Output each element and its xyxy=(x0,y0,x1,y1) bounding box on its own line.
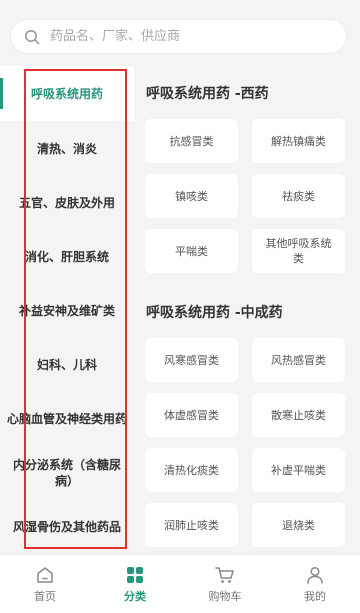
category-item[interactable]: 平喘类 xyxy=(145,229,238,273)
sidebar-item-ent-skin[interactable]: 五官、皮肤及外用 xyxy=(0,175,134,230)
home-icon xyxy=(35,564,55,586)
sidebar-item-women-children[interactable]: 妇科、儿科 xyxy=(0,337,134,392)
category-icon xyxy=(125,564,145,586)
bottom-tab-bar: 首页 分类 购物车 我的 xyxy=(0,554,360,613)
sidebar-item-rheumatism-other[interactable]: 风湿骨伤及其他药品 xyxy=(0,499,134,554)
category-item[interactable]: 解热镇痛类 xyxy=(252,119,345,163)
search-input[interactable] xyxy=(50,29,330,44)
tab-cart[interactable]: 购物车 xyxy=(180,555,270,613)
category-item[interactable]: 风热感冒类 xyxy=(252,338,345,382)
tab-profile[interactable]: 我的 xyxy=(270,555,360,613)
section-title-western: 呼吸系统用药 -西药 xyxy=(146,86,269,102)
category-content: 呼吸系统用药 -西药 抗感冒类 解热镇痛类 镇咳类 祛痰类 平喘类 其他呼吸系统… xyxy=(134,66,360,554)
cart-icon xyxy=(214,564,236,586)
category-item[interactable]: 散寒止咳类 xyxy=(252,393,345,437)
category-item[interactable]: 风寒感冒类 xyxy=(145,338,238,382)
search-icon xyxy=(24,29,40,45)
category-item[interactable]: 退烧类 xyxy=(252,503,345,547)
category-item[interactable]: 镇咳类 xyxy=(145,174,238,218)
sidebar-item-endocrine[interactable]: 内分泌系统（含糖尿病） xyxy=(0,445,134,500)
sidebar-item-digestive[interactable]: 消化、肝胆系统 xyxy=(0,229,134,284)
search-box[interactable] xyxy=(10,19,347,54)
search-bar xyxy=(0,0,360,66)
sidebar-item-cardio-neuro[interactable]: 心脑血管及神经类用药 xyxy=(0,391,134,446)
category-item[interactable]: 润肺止咳类 xyxy=(145,503,238,547)
category-item[interactable]: 其他呼吸系统类 xyxy=(252,229,345,273)
category-item[interactable]: 清热化痰类 xyxy=(145,448,238,492)
user-icon xyxy=(305,564,325,586)
category-item[interactable]: 抗感冒类 xyxy=(145,119,238,163)
category-item[interactable]: 体虚感冒类 xyxy=(145,393,238,437)
category-item[interactable]: 补虚平喘类 xyxy=(252,448,345,492)
sidebar-item-tonic-vitamin[interactable]: 补益安神及维矿类 xyxy=(0,283,134,338)
category-sidebar: 呼吸系统用药 清热、消炎 五官、皮肤及外用 消化、肝胆系统 补益安神及维矿类 妇… xyxy=(0,66,134,554)
tab-category[interactable]: 分类 xyxy=(90,555,180,613)
tab-home[interactable]: 首页 xyxy=(0,555,90,613)
category-item[interactable]: 祛痰类 xyxy=(252,174,345,218)
section-title-chinese: 呼吸系统用药 -中成药 xyxy=(146,305,283,321)
sidebar-item-heat-clearing[interactable]: 清热、消炎 xyxy=(0,121,134,176)
sidebar-item-respiratory[interactable]: 呼吸系统用药 xyxy=(0,66,134,121)
